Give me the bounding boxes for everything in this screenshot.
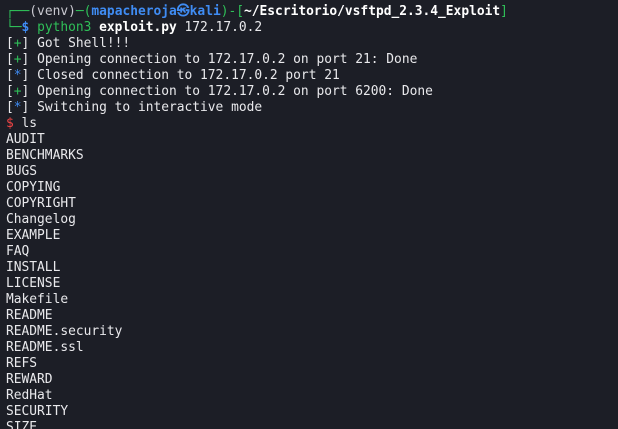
log-text: Opening connection to 172.17.0.2 on port…: [37, 52, 418, 67]
ls-output-item: RedHat: [6, 388, 53, 403]
log-line: [*] Switching to interactive mode: [6, 100, 618, 116]
shell-command: ls: [21, 116, 38, 131]
log-text: Switching to interactive mode: [37, 100, 263, 115]
log-bracket-close: ]: [21, 36, 38, 51]
path-open: -[: [228, 4, 245, 19]
log-bracket-close: ]: [21, 100, 38, 115]
shell-command-line[interactable]: $ ls: [6, 116, 618, 132]
command-args: 172.17.0.2: [184, 20, 263, 35]
prompt-dash: ─: [75, 4, 84, 19]
prompt-line-command: └─$ python3 exploit.py 172.17.0.2: [6, 20, 618, 36]
ls-output-list: AUDIT BENCHMARKS BUGS COPYING COPYRIGHT Chang…: [6, 132, 618, 429]
ls-output-item: SECURITY: [6, 404, 69, 419]
prompt-path: ~/Escritorio/vsftpd_2.3.4_Exploit: [244, 4, 501, 19]
ls-output-item: REFS: [6, 356, 38, 371]
prompt-symbol: $: [21, 20, 30, 35]
prompt-host: kali: [189, 4, 221, 19]
log-bracket-close: ]: [21, 52, 38, 67]
log-text: Got Shell!!!: [37, 36, 131, 51]
ls-output-item: BENCHMARKS: [6, 148, 84, 163]
log-line: [+] Got Shell!!!: [6, 36, 618, 52]
log-line: [+] Opening connection to 172.17.0.2 on …: [6, 52, 618, 68]
log-bracket-open: [: [6, 100, 14, 115]
shell-prompt-symbol: $: [6, 116, 14, 131]
log-text: Closed connection to 172.17.0.2 port 21: [37, 68, 340, 83]
ls-output-item: README.ssl: [6, 340, 84, 355]
terminal-window[interactable]: ┌──(venv)─(mapacheroja㉿kali)-[~/Escritor…: [0, 0, 618, 429]
ls-output-item: EXAMPLE: [6, 228, 61, 243]
ls-output-item: LICENSE: [6, 276, 61, 291]
log-bracket-open: [: [6, 52, 14, 67]
command-name: python3: [37, 20, 92, 35]
log-info-marker: *: [13, 68, 22, 83]
log-success-marker: +: [13, 36, 22, 51]
ls-output-item: BUGS: [6, 164, 38, 179]
log-info-marker: *: [13, 100, 22, 115]
prompt-frame-bottom: └─: [6, 20, 22, 35]
ls-output-item: Changelog: [6, 212, 76, 227]
venv-indicator: (venv): [29, 4, 76, 19]
log-bracket-close: ]: [21, 84, 38, 99]
log-line: [+] Opening connection to 172.17.0.2 on …: [6, 84, 618, 100]
log-bracket-open: [: [6, 68, 14, 83]
log-success-marker: +: [13, 52, 22, 67]
log-bracket-open: [: [6, 84, 14, 99]
log-bracket-open: [: [6, 36, 14, 51]
path-close: ]: [500, 4, 508, 19]
ls-output-item: COPYRIGHT: [6, 196, 76, 211]
log-text: Opening connection to 172.17.0.2 on port…: [37, 84, 433, 99]
ls-output-item: FAQ: [6, 244, 30, 259]
ls-output-item: COPYING: [6, 180, 61, 195]
prompt-frame-top: ┌──: [6, 4, 30, 19]
command-script: exploit.py: [99, 20, 177, 35]
ls-output-item: README.security: [6, 324, 123, 339]
prompt-at-symbol: ㉿: [176, 4, 190, 19]
ls-output-item: REWARD: [6, 372, 53, 387]
ls-output-item: Makefile: [6, 292, 69, 307]
ls-output-item: SIZE: [6, 420, 38, 429]
prompt-user: mapacheroja: [91, 4, 177, 19]
ls-output-item: INSTALL: [6, 260, 61, 275]
exploit-log: [+] Got Shell!!! [+] Opening connection t…: [6, 36, 618, 116]
log-success-marker: +: [13, 84, 22, 99]
log-line: [*] Closed connection to 172.17.0.2 port…: [6, 68, 618, 84]
log-bracket-close: ]: [21, 68, 38, 83]
ls-output-item: README: [6, 308, 53, 323]
ls-output-item: AUDIT: [6, 132, 45, 147]
prompt-line-top: ┌──(venv)─(mapacheroja㉿kali)-[~/Escritor…: [6, 4, 618, 20]
